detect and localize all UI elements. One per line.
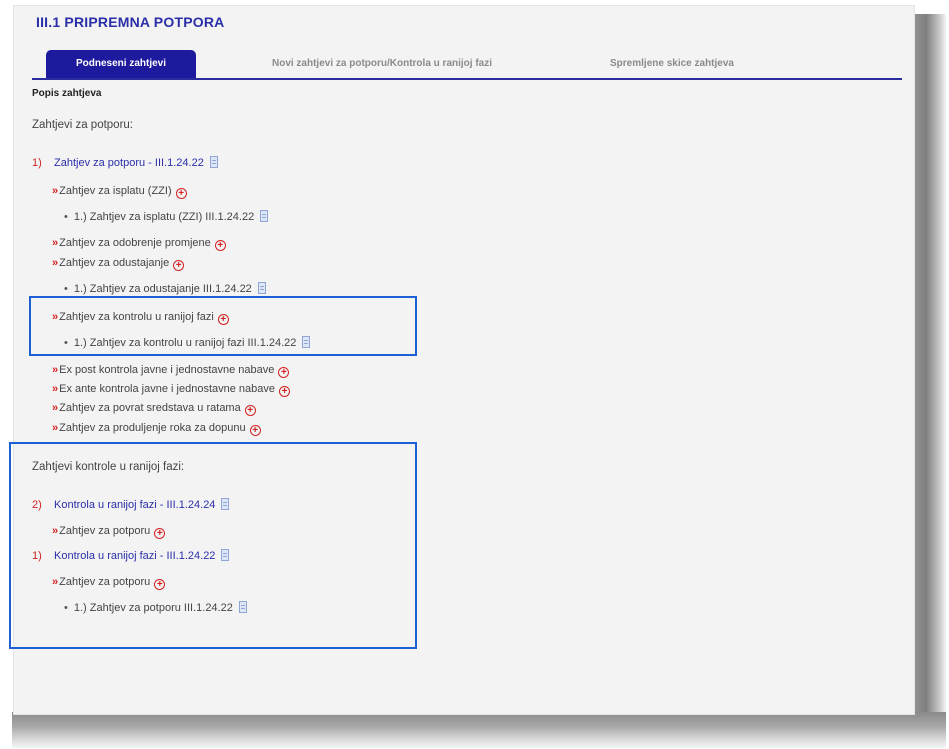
list-item-label[interactable]: Zahtjev za odustajanje [59,257,169,269]
double-chevron-right-icon: » [52,237,58,249]
document-icon[interactable] [302,336,311,348]
list-item-label[interactable]: Zahtjev za potporu [59,576,150,588]
list-item: » Ex post kontrola javne i jednostavne na… [52,361,290,379]
list-item: » Zahtjev za produljenje roka za dopunu + [52,419,261,437]
double-chevron-right-icon: » [52,402,58,414]
double-chevron-right-icon: » [52,311,58,323]
list-item: • 1.) Zahtjev za kontrolu u ranijoj fazi … [64,334,311,352]
control-group-1: 1) Kontrola u ranijoj fazi - III.1.24.22 [32,547,230,565]
list-item-label[interactable]: Zahtjev za isplatu (ZZI) [59,185,171,197]
panel-shadow-right [910,14,946,720]
list-item-label[interactable]: Zahtjev za potporu [59,525,150,537]
list-item: • 1.) Zahtjev za isplatu (ZZI) III.1.24.2… [64,208,269,226]
document-icon[interactable] [221,498,230,510]
list-item-label[interactable]: 1.) Zahtjev za odustajanje III.1.24.22 [74,283,252,295]
double-chevron-right-icon: » [52,257,58,269]
plus-circle-icon[interactable]: + [244,405,256,416]
list-item-label[interactable]: Ex post kontrola javne i jednostavne nab… [59,364,274,376]
list-item-label[interactable]: Zahtjev za produljenje roka za dopunu [59,422,246,434]
tab-novi-zahtjevi[interactable]: Novi zahtjevi za potporu/Kontrola u rani… [222,50,542,78]
list-item-label[interactable]: Zahtjev za kontrolu u ranijoj fazi [59,311,214,323]
list-item: » Ex ante kontrola javne i jednostavne na… [52,380,290,398]
list-item: » Zahtjev za kontrolu u ranijoj fazi + [52,308,229,326]
list-item: » Zahtjev za odustajanje + [52,254,185,272]
bullet-icon: • [64,211,68,223]
group-number: 1) [32,550,42,562]
request-link[interactable]: Zahtjev za potporu - III.1.24.22 [54,157,204,169]
plus-circle-icon[interactable]: + [249,425,261,436]
document-icon[interactable] [257,282,266,294]
document-icon[interactable] [260,210,269,222]
control-link[interactable]: Kontrola u ranijoj fazi - III.1.24.22 [54,550,215,562]
panel-shadow-bottom [12,712,946,748]
double-chevron-right-icon: » [52,525,58,537]
control-link[interactable]: Kontrola u ranijoj fazi - III.1.24.24 [54,499,215,511]
list-item: » Zahtjev za povrat sredstava u ratama + [52,399,256,417]
bullet-icon: • [64,283,68,295]
tab-bar: Podneseni zahtjevi Novi zahtjevi za potp… [32,50,902,80]
list-item-label[interactable]: 1.) Zahtjev za isplatu (ZZI) III.1.24.22 [74,211,254,223]
plus-circle-icon[interactable]: + [154,579,166,590]
tab-spremljene-skice[interactable]: Spremljene skice zahtjeva [572,50,772,78]
page-title: III.1 PRIPREMNA POTPORA [36,14,225,30]
main-panel: III.1 PRIPREMNA POTPORA Podneseni zahtje… [14,6,914,714]
plus-circle-icon[interactable]: + [175,188,187,199]
requests-heading: Zahtjevi za potporu: [32,119,134,131]
list-item-label[interactable]: Zahtjev za povrat sredstava u ratama [59,402,241,414]
plus-circle-icon[interactable]: + [217,314,229,325]
list-item: • 1.) Zahtjev za odustajanje III.1.24.22 [64,280,266,298]
double-chevron-right-icon: » [52,364,58,376]
document-icon[interactable] [238,601,247,613]
plus-circle-icon[interactable]: + [278,367,290,378]
double-chevron-right-icon: » [52,185,58,197]
list-item-label[interactable]: 1.) Zahtjev za kontrolu u ranijoj fazi I… [74,337,297,349]
group-number: 2) [32,499,42,511]
list-item-label[interactable]: 1.) Zahtjev za potporu III.1.24.22 [74,602,233,614]
control-group-2: 2) Kontrola u ranijoj fazi - III.1.24.24 [32,496,230,514]
list-item: » Zahtjev za potporu + [52,522,166,540]
list-item: • 1.) Zahtjev za potporu III.1.24.22 [64,599,247,617]
section-label: Popis zahtjeva [32,88,102,99]
double-chevron-right-icon: » [52,576,58,588]
list-item-label[interactable]: Zahtjev za odobrenje promjene [59,237,211,249]
list-item: » Zahtjev za isplatu (ZZI) + [52,182,187,200]
controls-heading: Zahtjevi kontrole u ranijoj fazi: [32,461,185,473]
bullet-icon: • [64,337,68,349]
document-icon[interactable] [209,156,218,168]
double-chevron-right-icon: » [52,422,58,434]
plus-circle-icon[interactable]: + [173,260,185,271]
tab-podneseni-zahtjevi[interactable]: Podneseni zahtjevi [46,50,196,78]
plus-circle-icon[interactable]: + [279,386,290,397]
bullet-icon: • [64,602,68,614]
list-item: » Zahtjev za potporu + [52,573,166,591]
request-group-1: 1) Zahtjev za potporu - III.1.24.22 [32,154,218,172]
plus-circle-icon[interactable]: + [154,528,166,539]
document-icon[interactable] [221,549,230,561]
list-item: » Zahtjev za odobrenje promjene + [52,234,226,252]
plus-circle-icon[interactable]: + [214,240,226,251]
group-number: 1) [32,157,42,169]
double-chevron-right-icon: » [52,383,58,395]
list-item-label[interactable]: Ex ante kontrola javne i jednostavne nab… [59,383,275,395]
